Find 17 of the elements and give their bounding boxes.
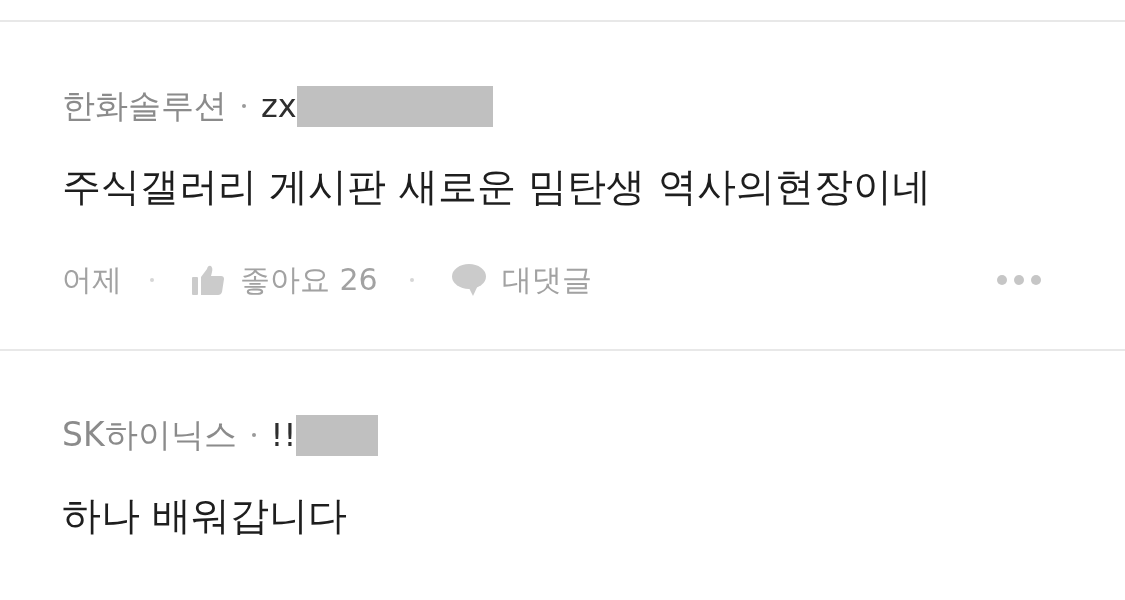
author-name: 한화솔루션 bbox=[62, 86, 227, 126]
reply-link[interactable]: 대댓글 bbox=[501, 260, 592, 300]
separator-dot-icon bbox=[409, 278, 414, 282]
author-handle: zx bbox=[261, 86, 297, 126]
comment-time: 어제 bbox=[62, 261, 122, 299]
like-link[interactable]: 좋아요 26 bbox=[240, 260, 378, 300]
author-name: SK하이닉스 bbox=[62, 415, 237, 455]
more-options-button[interactable] bbox=[997, 275, 1041, 285]
comment-text: 주식갤러리 게시판 새로운 밈탄생 역사의현장이네 bbox=[62, 163, 932, 211]
comment-text: 하나 배워갑니다 bbox=[62, 492, 349, 540]
speech-bubble-icon[interactable] bbox=[451, 264, 486, 296]
separator-dot-icon bbox=[251, 433, 256, 437]
author-handle: !! bbox=[270, 415, 297, 455]
separator-dot-icon bbox=[150, 278, 154, 282]
thumbs-up-icon[interactable] bbox=[192, 265, 224, 295]
separator-dot-icon bbox=[242, 104, 246, 108]
more-dots-icon bbox=[997, 275, 1041, 285]
